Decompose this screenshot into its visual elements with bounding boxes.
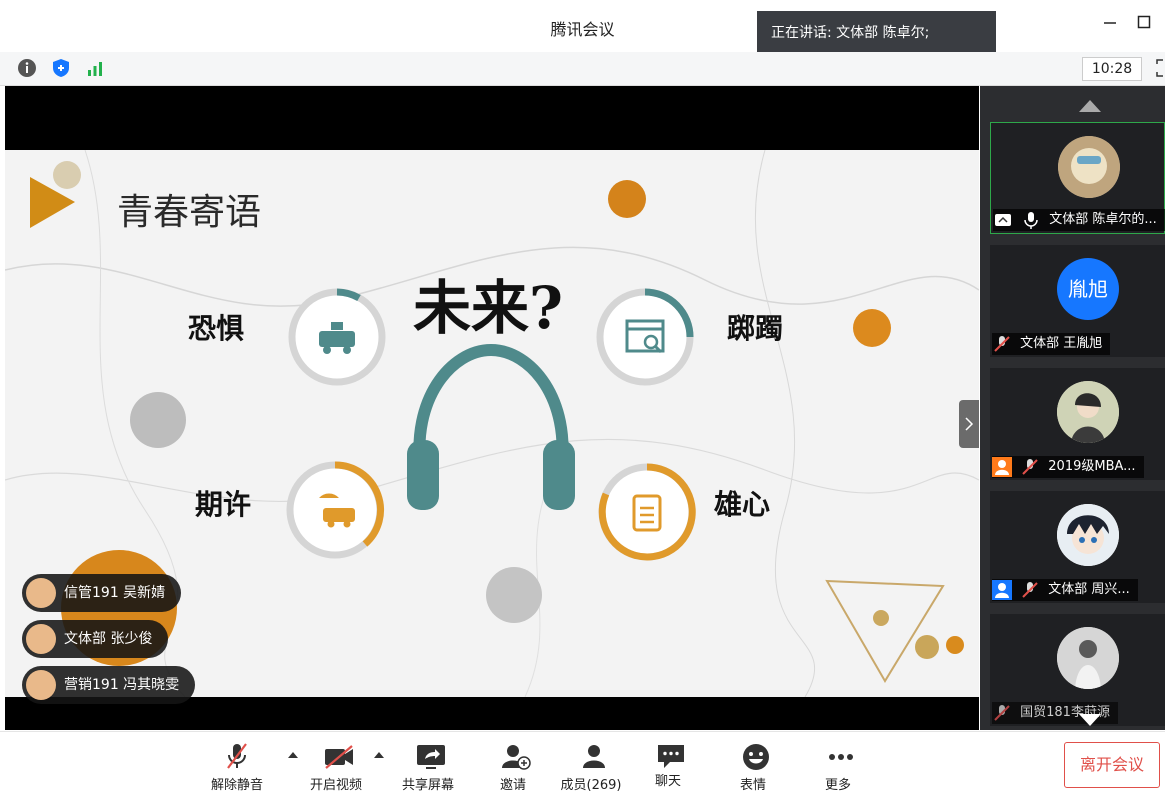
- participant-label: 文体部 周兴...: [992, 579, 1138, 601]
- label-fear: 恐惧: [188, 312, 245, 345]
- title-bar: 腾讯会议 正在讲话: 文体部 陈卓尔;: [0, 0, 1165, 55]
- ring-fear: [288, 288, 386, 386]
- slide-title: 青春寄语: [117, 192, 262, 233]
- clap-icon: [26, 624, 56, 654]
- invite-button[interactable]: 邀请: [468, 740, 558, 794]
- chat-icon: [658, 745, 684, 768]
- participant-video-panel: 文体部 陈卓尔的... 胤旭 文体部 王胤旭 2019级MBA... 文体部 周…: [980, 86, 1165, 730]
- user-icon: [992, 456, 1012, 477]
- label-ambition: 雄心: [714, 488, 771, 521]
- maximize-icon[interactable]: [1132, 14, 1156, 38]
- screen-share-icon: [993, 210, 1013, 230]
- participant-label: 2019级MBA...: [992, 456, 1144, 478]
- leave-meeting-button[interactable]: 离开会议: [1064, 742, 1160, 788]
- clap-icon: [26, 670, 56, 700]
- scroll-up-icon[interactable]: [1078, 98, 1102, 117]
- bottom-control-bar: 解除静音 开启视频 共享屏幕 邀请 成员(269) 聊天 表情 更多 离开会议: [0, 731, 1165, 800]
- ring-hesitate: [596, 288, 694, 386]
- presentation-slide: 青春寄语 未来? 恐惧 踯躅 期许 雄心: [5, 150, 979, 697]
- unmute-button[interactable]: 解除静音: [192, 740, 282, 794]
- mic-icon: [1021, 210, 1041, 230]
- reaction-name: 信管191 吴新婧: [64, 585, 166, 601]
- avatar: [1057, 504, 1119, 566]
- more-dots-icon: [829, 754, 853, 760]
- participant-tile[interactable]: 国贸181李莳源: [990, 614, 1165, 726]
- avatar: 胤旭: [1057, 258, 1119, 320]
- label-expect: 期许: [195, 488, 252, 521]
- meeting-clock: 10:28: [1082, 57, 1142, 81]
- participant-name: 文体部 周兴...: [1048, 582, 1130, 597]
- speaking-indicator: 正在讲话: 文体部 陈卓尔;: [757, 11, 996, 55]
- shared-screen-area: 青春寄语 未来? 恐惧 踯躅 期许 雄心 信管191 吴新婧 文体部 张少俊 营…: [5, 86, 979, 730]
- participant-tile[interactable]: 文体部 周兴...: [990, 491, 1165, 603]
- participant-tile[interactable]: 2019级MBA...: [990, 368, 1165, 480]
- avatar: [1057, 627, 1119, 689]
- participant-label: 文体部 王胤旭: [992, 333, 1111, 355]
- participant-name: 文体部 陈卓尔的...: [1049, 212, 1157, 227]
- ring-expect: [286, 461, 385, 559]
- mic-muted-icon: [992, 703, 1012, 723]
- mic-muted-icon: [1020, 457, 1040, 477]
- start-video-button[interactable]: 开启视频: [291, 740, 381, 794]
- ring-ambition: [598, 463, 696, 561]
- avatar: [1058, 136, 1120, 198]
- mic-muted-icon: [227, 743, 247, 769]
- participant-name: 2019级MBA...: [1048, 459, 1136, 474]
- reaction-item: 文体部 张少俊: [22, 620, 169, 658]
- more-button[interactable]: 更多: [793, 740, 883, 794]
- meeting-toolbar: 10:28: [0, 52, 1165, 86]
- mic-muted-icon: [992, 334, 1012, 354]
- participant-tile[interactable]: 文体部 陈卓尔的...: [990, 122, 1165, 234]
- label-hesitate: 踯躅: [727, 312, 784, 345]
- participant-tile[interactable]: 胤旭 文体部 王胤旭: [990, 245, 1165, 357]
- user-icon: [992, 579, 1012, 600]
- reaction-name: 营销191 冯其晓雯: [64, 677, 180, 693]
- participant-label: 文体部 陈卓尔的...: [993, 209, 1165, 231]
- reaction-name: 文体部 张少俊: [64, 631, 153, 647]
- avatar: [1057, 381, 1119, 443]
- signal-icon[interactable]: [85, 58, 105, 78]
- add-user-icon: [502, 745, 531, 770]
- minimize-icon[interactable]: [1098, 14, 1122, 38]
- scroll-down-icon[interactable]: [1078, 712, 1102, 731]
- fullscreen-icon[interactable]: [1155, 58, 1165, 78]
- reaction-item: 营销191 冯其晓雯: [22, 666, 196, 704]
- share-screen-icon: [417, 745, 445, 769]
- reaction-item: 信管191 吴新婧: [22, 574, 182, 612]
- info-icon[interactable]: [17, 58, 37, 78]
- chat-button[interactable]: 聊天: [623, 740, 713, 794]
- smiley-icon: [743, 744, 769, 770]
- share-screen-button[interactable]: 共享屏幕: [383, 740, 473, 794]
- emoji-button[interactable]: 表情: [708, 740, 798, 794]
- collapse-panel-button[interactable]: [959, 400, 979, 448]
- camera-off-icon: [325, 745, 353, 769]
- shield-icon[interactable]: [51, 58, 71, 78]
- participant-name: 文体部 王胤旭: [1020, 336, 1103, 351]
- members-icon: [583, 745, 605, 768]
- mic-muted-icon: [1020, 580, 1040, 600]
- slide-center-title: 未来?: [413, 274, 563, 342]
- clap-icon: [26, 578, 56, 608]
